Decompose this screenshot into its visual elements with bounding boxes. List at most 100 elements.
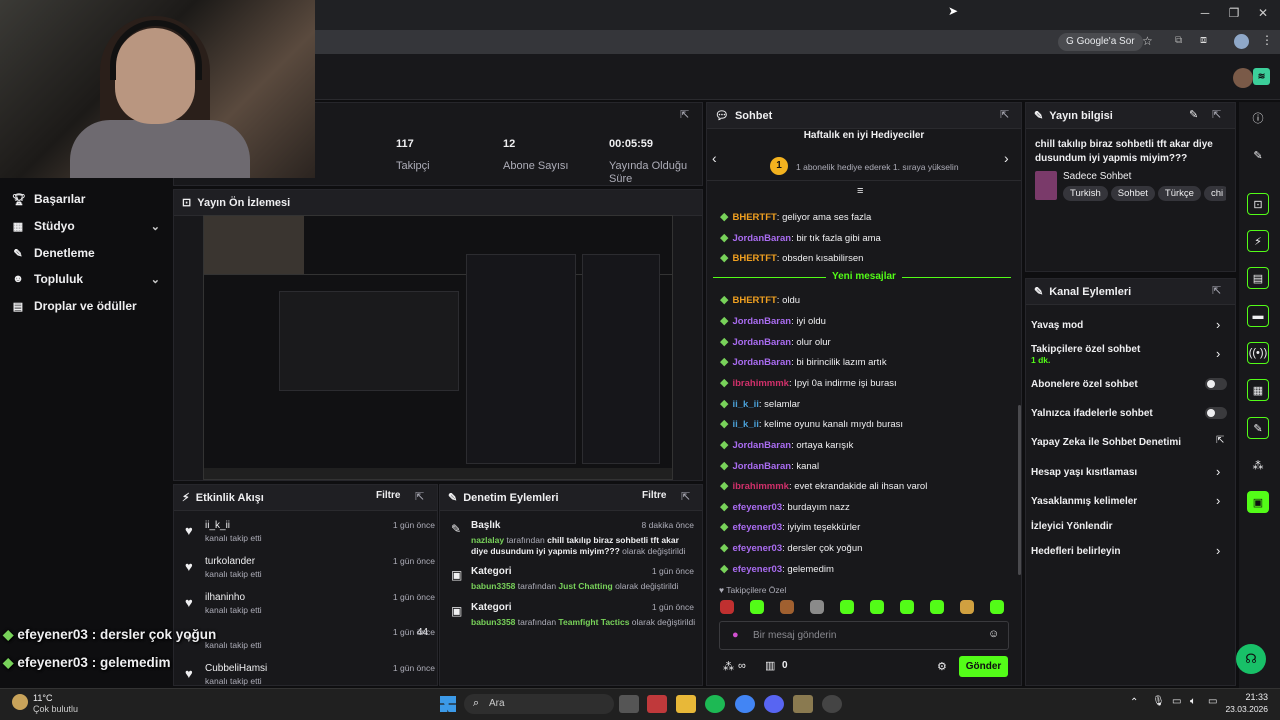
chevron-right-icon[interactable]: ›: [1216, 493, 1220, 508]
sidebar-item-community[interactable]: ☻ Topluluk ⌄: [12, 268, 160, 290]
edit-icon[interactable]: ✎: [1247, 144, 1269, 166]
subscribers-only-toggle[interactable]: [1205, 378, 1227, 390]
stream-preview-video[interactable]: [203, 215, 673, 480]
chat-username[interactable]: efeyener03: [732, 522, 782, 533]
action-slow-mode[interactable]: Yavaş mod: [1031, 320, 1083, 331]
mod-filter-button[interactable]: Filtre: [642, 490, 666, 501]
channel-points-icon[interactable]: ⁂: [723, 660, 734, 673]
community-icon[interactable]: ⁂: [1247, 454, 1269, 476]
clock-date[interactable]: 23.03.2026: [1222, 704, 1268, 714]
emote-icon[interactable]: [810, 600, 824, 614]
external-link-icon[interactable]: ⇱: [1216, 435, 1224, 446]
discord-icon[interactable]: [764, 695, 784, 713]
obs-icon[interactable]: [822, 695, 842, 713]
emote-icon[interactable]: [780, 600, 794, 614]
chevron-up-icon[interactable]: ⌃: [1130, 697, 1138, 708]
chat-username[interactable]: BHERTFT: [732, 295, 776, 306]
minimize-button[interactable]: ─: [1196, 6, 1214, 22]
chat-input[interactable]: ● Bir mesaj gönderin ☺: [719, 621, 1009, 650]
google-ask-chip[interactable]: G Google'a Sor: [1058, 33, 1143, 51]
clock-time[interactable]: 21:33: [1232, 692, 1268, 702]
tag-chip[interactable]: Türkçe: [1157, 186, 1201, 201]
maximize-button[interactable]: ❐: [1225, 6, 1243, 22]
close-window-button[interactable]: ✕: [1254, 6, 1272, 22]
chevron-right-icon[interactable]: ›: [1216, 317, 1220, 332]
action-ai-moderation[interactable]: Yapay Zeka ile Sohbet Denetimi: [1031, 437, 1181, 448]
chat-username[interactable]: JordanBaran: [732, 440, 791, 451]
sidebar-item-studio[interactable]: ▦ Stüdyo ⌄: [12, 215, 160, 237]
action-set-goals[interactable]: Hedefleri belirleyin: [1031, 546, 1120, 557]
chat-icon[interactable]: ▬: [1247, 305, 1269, 327]
tag-chip[interactable]: Turkish: [1063, 186, 1108, 201]
weather-icon[interactable]: [12, 694, 28, 710]
chat-username[interactable]: ii_k_ii: [732, 419, 758, 430]
chat-username[interactable]: efeyener03: [732, 502, 782, 513]
edit-icon[interactable]: ✎: [1189, 108, 1198, 121]
sidebar-item-achievements[interactable]: 🏆︎ Başarılar: [12, 188, 160, 210]
sidebar-item-drops[interactable]: ▤ Droplar ve ödüller: [12, 295, 160, 317]
chat-username[interactable]: ibrahimmmk: [732, 481, 789, 492]
emote-icon[interactable]: [720, 600, 734, 614]
pinned-collapse-icon[interactable]: ≡: [857, 185, 863, 197]
action-banned-words[interactable]: Yasaklanmış kelimeler: [1031, 496, 1137, 507]
wrench-icon[interactable]: ✎: [1247, 417, 1269, 439]
user-avatar[interactable]: [1233, 68, 1253, 88]
spotify-icon[interactable]: [705, 695, 725, 713]
activity-filter-button[interactable]: Filtre: [376, 490, 400, 501]
volume-icon[interactable]: 🔈︎: [1190, 696, 1196, 707]
file-explorer-icon[interactable]: [676, 695, 696, 713]
send-button[interactable]: Gönder: [959, 656, 1008, 677]
app-icon[interactable]: ▣: [1247, 491, 1269, 513]
emoji-icon[interactable]: ☺: [988, 628, 999, 640]
chevron-right-icon[interactable]: ›: [1216, 346, 1220, 361]
league-icon[interactable]: [793, 695, 813, 713]
emote-icon[interactable]: [900, 600, 914, 614]
task-view-icon[interactable]: [619, 695, 639, 713]
chat-username[interactable]: BHERTFT: [732, 253, 776, 264]
chat-scrollbar[interactable]: [1018, 405, 1021, 575]
chevron-right-icon[interactable]: ›: [1216, 543, 1220, 558]
gift-icon[interactable]: ▥: [765, 659, 775, 672]
tag-chip[interactable]: Sohbet: [1110, 186, 1155, 201]
emote-icon[interactable]: [930, 600, 944, 614]
action-host-viewers[interactable]: İzleyici Yönlendir: [1031, 521, 1113, 532]
category-thumbnail[interactable]: [1035, 171, 1057, 200]
layout-icon[interactable]: ▦: [1247, 379, 1269, 401]
chevron-right-icon[interactable]: ›: [1216, 464, 1220, 479]
chat-username[interactable]: ibrahimmmk: [732, 378, 789, 389]
microphone-icon[interactable]: ●: [732, 629, 739, 641]
action-followers-only[interactable]: Takipçilere özel sohbet: [1031, 344, 1140, 355]
support-chat-icon[interactable]: ☊: [1236, 644, 1266, 674]
chat-username[interactable]: JordanBaran: [732, 233, 791, 244]
emote-icon[interactable]: [870, 600, 884, 614]
profile-avatar[interactable]: [1234, 34, 1249, 49]
action-account-age[interactable]: Hesap yaşı kısıtlaması: [1031, 467, 1137, 478]
browser-menu-icon[interactable]: ⋮: [1261, 33, 1273, 47]
bolt-icon[interactable]: ⚡︎: [1247, 230, 1269, 252]
chat-username[interactable]: JordanBaran: [732, 357, 791, 368]
taskbar-search[interactable]: ⌕ Ara: [464, 694, 614, 714]
chat-username[interactable]: JordanBaran: [732, 337, 791, 348]
emote-icon[interactable]: [990, 600, 1004, 614]
screen-icon[interactable]: ⊡: [1247, 193, 1269, 215]
extensions-icon[interactable]: ⧈: [1200, 34, 1207, 47]
chrome-icon[interactable]: [735, 695, 755, 713]
info-icon[interactable]: ⓘ: [1247, 107, 1269, 129]
stream-category[interactable]: Sadece Sohbet: [1063, 171, 1131, 182]
chevron-left-icon[interactable]: ‹: [712, 150, 717, 166]
emote-icon[interactable]: [840, 600, 854, 614]
emote-icon[interactable]: [750, 600, 764, 614]
translate-icon[interactable]: ⧉: [1175, 35, 1182, 46]
network-icon[interactable]: ▭: [1172, 696, 1181, 707]
battery-icon[interactable]: ▭: [1208, 696, 1217, 707]
chat-username[interactable]: efeyener03: [732, 543, 782, 554]
emote-icon[interactable]: [960, 600, 974, 614]
app-pdf-icon[interactable]: [647, 695, 667, 713]
chat-username[interactable]: JordanBaran: [732, 461, 791, 472]
emotes-only-toggle[interactable]: [1205, 407, 1227, 419]
document-icon[interactable]: ▤: [1247, 267, 1269, 289]
chat-username[interactable]: ii_k_ii: [732, 399, 758, 410]
chat-username[interactable]: BHERTFT: [732, 212, 776, 223]
app-badge-icon[interactable]: ≋: [1253, 68, 1270, 85]
bookmark-star-icon[interactable]: ☆: [1142, 34, 1153, 48]
